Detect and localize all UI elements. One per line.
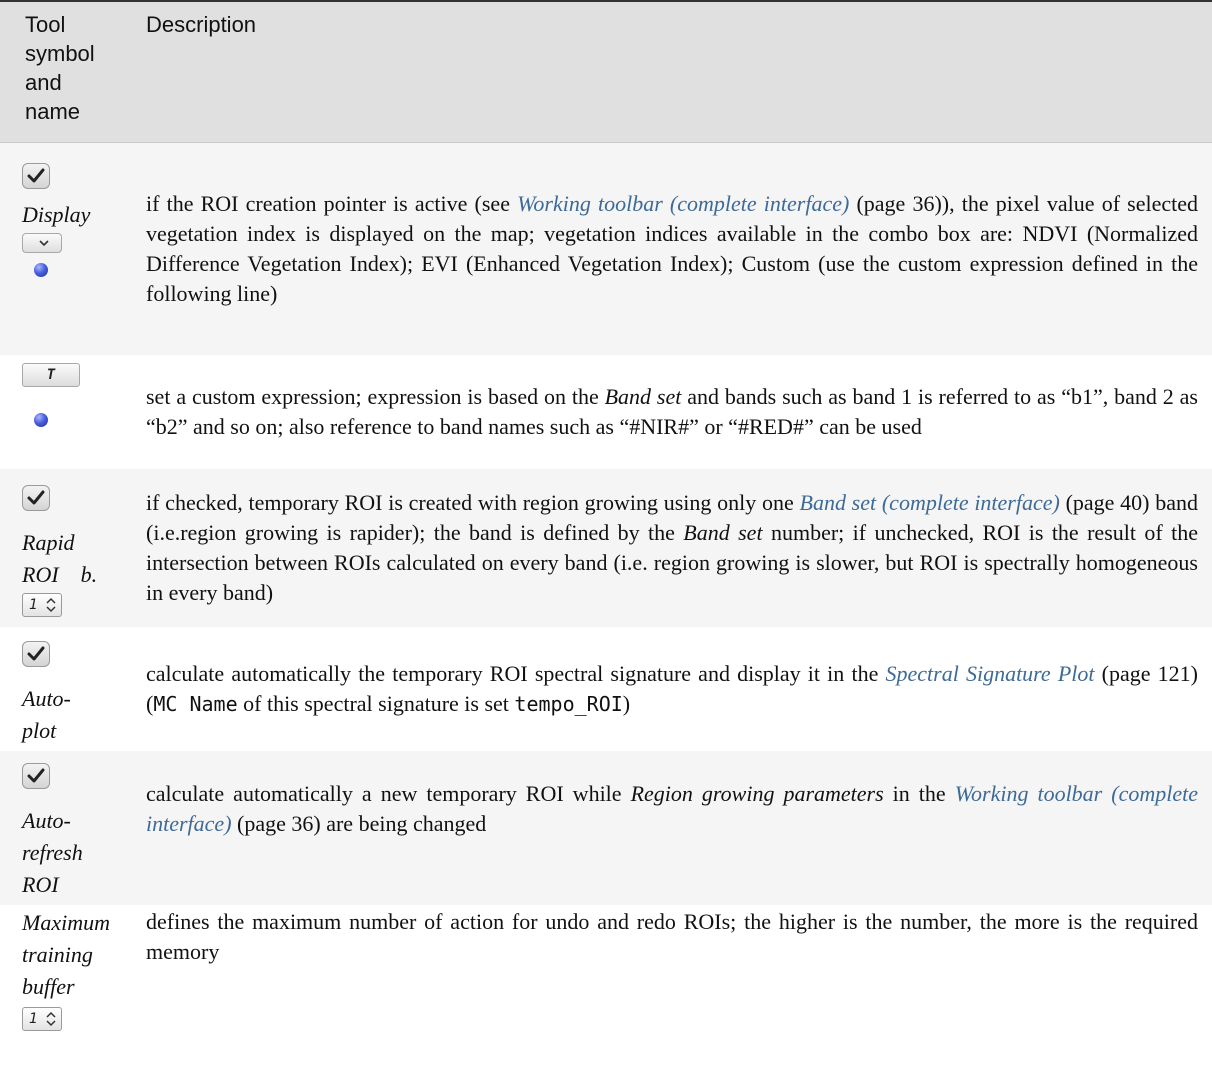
link-spectral-signature-plot[interactable]: Spectral Signature Plot [885, 661, 1094, 686]
tool-name: Rapid ROI b. [22, 529, 98, 587]
table-row: T set a custom expression; expression is… [0, 354, 1212, 469]
expression-text-button[interactable]: T [22, 362, 80, 387]
tool-symbol-cell: Rapid ROI b. 1 [0, 469, 126, 627]
table-row: Rapid ROI b. 1 if checked, temporary ROI… [0, 468, 1212, 627]
tool-name: Display [22, 202, 91, 227]
band-number-spinbox[interactable]: 1 [22, 592, 62, 617]
chevron-down-icon [39, 240, 49, 247]
tool-description: if the ROI creation pointer is active (s… [146, 190, 1198, 306]
spin-arrows-icon [46, 597, 56, 612]
link-band-set[interactable]: Band set (complete interface) [800, 490, 1060, 515]
tool-symbol-cell: T [0, 355, 126, 469]
table-row: Display if the ROI creation pointer is a… [0, 142, 1212, 355]
radio-button-icon[interactable] [34, 412, 48, 427]
spin-arrows-icon [46, 1011, 56, 1026]
tools-table: Tool symbol and name Description Display… [0, 0, 1212, 1077]
tool-description: calculate automatically a new temporary … [146, 780, 1198, 836]
tool-description: set a custom expression; expression is b… [146, 383, 1198, 439]
checkbox-icon[interactable] [22, 635, 122, 673]
tool-symbol-cell: Display [0, 143, 126, 355]
header-description: Description [126, 0, 1212, 143]
link-working-toolbar[interactable]: Working toolbar (complete interface) [517, 191, 849, 216]
tool-name: Maximum training buffer [22, 909, 110, 999]
tool-description: if checked, temporary ROI is created wit… [146, 489, 1198, 605]
tool-symbol-cell: Auto-plot [0, 627, 126, 751]
tool-description: defines the maximum number of action for… [146, 908, 1198, 964]
table-row: Maximum training buffer 1 defines the ma… [0, 904, 1212, 1077]
checkbox-icon[interactable] [22, 157, 122, 195]
document-page: Tool symbol and name Description Display… [0, 0, 1212, 1077]
table-row: Auto-plot calculate automatically the te… [0, 626, 1212, 751]
combo-box[interactable] [22, 233, 62, 253]
checkbox-icon[interactable] [22, 757, 122, 795]
table-row: Auto-refresh ROI calculate automatically… [0, 750, 1212, 905]
tool-name: Auto-refresh ROI [22, 807, 83, 897]
tool-symbol-cell: Auto-refresh ROI [0, 751, 126, 905]
tool-description: calculate automatically the temporary RO… [146, 660, 1199, 716]
header-tool-symbol: Tool symbol and name [0, 0, 126, 143]
buffer-spinbox[interactable]: 1 [22, 1006, 62, 1031]
tool-name: Auto-plot [22, 685, 71, 743]
table-header-row: Tool symbol and name Description [0, 0, 1212, 143]
tool-symbol-cell: Maximum training buffer 1 [0, 905, 126, 1077]
radio-button-icon[interactable] [34, 263, 48, 277]
checkbox-icon[interactable] [22, 479, 122, 517]
